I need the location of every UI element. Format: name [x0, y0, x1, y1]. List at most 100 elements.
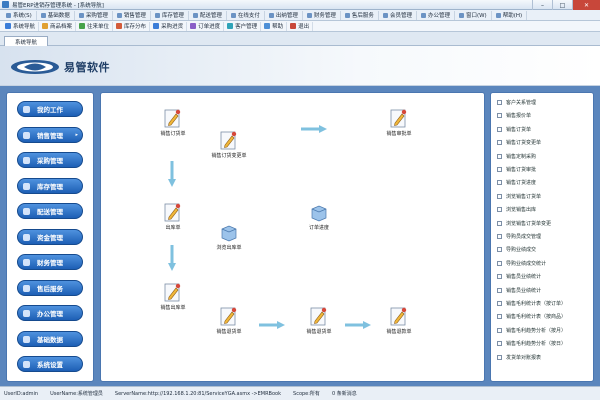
menu-item-label: 采购管理 [85, 13, 108, 19]
shortcut-item[interactable]: 销售毛利趋势分析（按日） [497, 340, 566, 347]
shortcut-item[interactable]: 销售毛利趋势分析（按月） [497, 327, 566, 334]
menu-item[interactable]: 配送管理 [189, 10, 227, 20]
menu-item-icon [382, 12, 388, 18]
shortcut-item[interactable]: 导购业绩成交 [497, 246, 536, 253]
menu-item-icon [230, 12, 236, 18]
status-messages[interactable]: 0 条新消息 [332, 390, 357, 397]
shortcut-item[interactable]: 客户关系管理 [497, 99, 536, 106]
shortcut-item[interactable]: 发货单对账报表 [497, 354, 541, 361]
shortcut-item[interactable]: 销售订货变更单 [497, 139, 541, 146]
menu-item-icon [192, 12, 198, 18]
menu-item[interactable]: 系统(S) [2, 10, 37, 20]
shortcut-panel: 客户关系管理 销售报价单销售订货单销售订货变更单销售定制采购 销售订货审批销售订货进… [490, 92, 594, 382]
menu-item[interactable]: 出纳管理 [265, 10, 303, 20]
sidebar-nav-button[interactable]: 采购管理 [17, 152, 83, 168]
menu-item-icon [458, 12, 464, 18]
toolbar-button-label: 往来单位 [87, 24, 110, 30]
toolbar-button-icon [42, 23, 49, 29]
shortcut-item[interactable]: 浏览销售订货单 [497, 193, 541, 200]
close-button[interactable]: ✕ [572, 0, 600, 10]
sidebar-nav-button[interactable]: 系统设置 [17, 356, 83, 372]
document-icon [497, 220, 502, 226]
flow-node-sales-return-req[interactable]: 销售退货单 [206, 307, 252, 347]
sidebar-nav-button[interactable]: 资金管理 [17, 228, 83, 245]
minimize-button[interactable]: – [532, 0, 552, 10]
menu-item[interactable]: 帮助(H) [492, 10, 528, 20]
sidebar-nav-button[interactable]: 基础数据 [17, 330, 83, 347]
toolbar-button[interactable]: 帮助 [261, 21, 288, 31]
menu-item[interactable]: 销售管理 [113, 10, 151, 20]
flow-node-label: 销售退款单 [386, 329, 412, 335]
tab-system-navigation[interactable]: 系统导航 [4, 36, 48, 46]
toolbar-button-icon [116, 23, 123, 29]
shortcut-item[interactable]: 销售员业绩统计 [497, 273, 541, 280]
flow-node-order-change[interactable]: 销售订货变更单 [206, 131, 252, 171]
shortcut-label: 导购业绩成交 [506, 247, 537, 254]
shortcut-label: 销售订货进度 [506, 180, 537, 187]
menu-item[interactable]: 库存管理 [151, 10, 189, 20]
menu-item[interactable]: 售后服务 [341, 10, 379, 20]
toolbar-button[interactable]: 客户管理 [224, 21, 262, 31]
sidebar-nav-label: 我的工作 [37, 106, 63, 114]
shortcut-item[interactable]: 导购员成交管理 [497, 233, 541, 240]
shortcut-item[interactable]: 销售毛利统计表（按商品） [497, 313, 566, 320]
shortcut-item[interactable]: 销售定制采购 [497, 153, 536, 160]
chevron-right-icon: ▸ [75, 131, 78, 138]
shortcut-item[interactable]: 导购业绩成交统计 [497, 260, 546, 267]
toolbar-button[interactable]: 采购进货 [150, 21, 188, 31]
document-icon [497, 247, 502, 253]
sidebar-nav-button[interactable]: 财务管理 [17, 254, 83, 270]
banner: 易管软件 [0, 46, 600, 86]
flow-node-outbound[interactable]: 出库单 [150, 203, 196, 243]
menu-item[interactable]: 采购管理 [75, 10, 113, 20]
shortcut-item[interactable]: 浏览销售订货单变更 [497, 220, 551, 227]
flow-node-order-progress[interactable]: 订单进度 [296, 203, 342, 243]
toolbar-button[interactable]: 系统导航 [2, 21, 40, 31]
maximize-button[interactable]: □ [552, 0, 572, 10]
shortcut-item[interactable]: 浏览销售出库 [497, 206, 536, 213]
sidebar-nav-button[interactable]: 配送管理 [17, 203, 83, 219]
logo: 易管软件 [10, 58, 110, 76]
flow-node-browse-stock[interactable]: 浏览出库单 [206, 223, 252, 263]
shortcut-label: 销售报价单 [506, 113, 532, 120]
menu-item[interactable]: 窗口(W) [455, 10, 492, 20]
toolbar-button[interactable]: 往来单位 [76, 21, 114, 31]
flow-node-sales-out[interactable]: 销售出库单 [150, 283, 196, 323]
menu-item[interactable]: 在线支付 [227, 10, 265, 20]
document-edit-icon [310, 307, 328, 327]
shortcut-label: 浏览销售订货单变更 [506, 220, 552, 227]
toolbar-button[interactable]: 库存分布 [113, 21, 151, 31]
shortcut-item[interactable]: 销售订货单 [497, 126, 531, 133]
sidebar-nav-label: 基础数据 [37, 335, 63, 344]
shortcut-item[interactable]: 销售订货进度 [497, 179, 536, 186]
toolbar-button-label: 帮助 [272, 24, 284, 30]
flow-node-sales-order[interactable]: 销售订货单 [150, 109, 196, 149]
sidebar-nav-button[interactable]: 库存管理 [17, 177, 83, 194]
shortcut-item[interactable]: 销售订货审批 [497, 166, 536, 173]
sidebar-nav-button[interactable]: 我的工作 [17, 101, 83, 117]
shortcut-item[interactable]: 销售员业绩统计 [497, 287, 541, 294]
sidebar-nav-button[interactable]: 销售管理 ▸ [17, 126, 83, 143]
toolbar-button[interactable]: 退出 [287, 21, 314, 31]
toolbar-button[interactable]: 订单进度 [187, 21, 225, 31]
shortcut-item[interactable]: 销售毛利统计表（按订单） [497, 300, 566, 307]
menu-item[interactable]: 会员管理 [379, 10, 417, 20]
menu-item[interactable]: 办公管理 [417, 10, 455, 20]
shortcut-label: 销售订货变更单 [506, 140, 542, 147]
flow-node-order-approve[interactable]: 销售审批单 [376, 109, 422, 149]
toolbar-button-icon [264, 23, 271, 29]
flow-node-sales-refund[interactable]: 销售退款单 [376, 307, 422, 347]
flow-node-label: 销售退货单 [216, 329, 242, 335]
flow-arrow-down-icon [168, 245, 176, 271]
document-icon [497, 341, 502, 347]
menu-item[interactable]: 基础数据 [37, 10, 75, 20]
menu-item[interactable]: 财务管理 [303, 10, 341, 20]
document-edit-icon [164, 203, 182, 223]
toolbar-button[interactable]: 商品档案 [39, 21, 77, 31]
flow-node-label: 销售订货单 [160, 131, 186, 137]
flow-node-sales-return[interactable]: 销售退货单 [296, 307, 342, 347]
sidebar-nav-button[interactable]: 售后服务 [17, 279, 83, 296]
sidebar-nav-button[interactable]: 办公管理 [17, 305, 83, 321]
flow-node-label: 销售审批单 [386, 131, 412, 137]
shortcut-item[interactable]: 销售报价单 [497, 112, 531, 119]
